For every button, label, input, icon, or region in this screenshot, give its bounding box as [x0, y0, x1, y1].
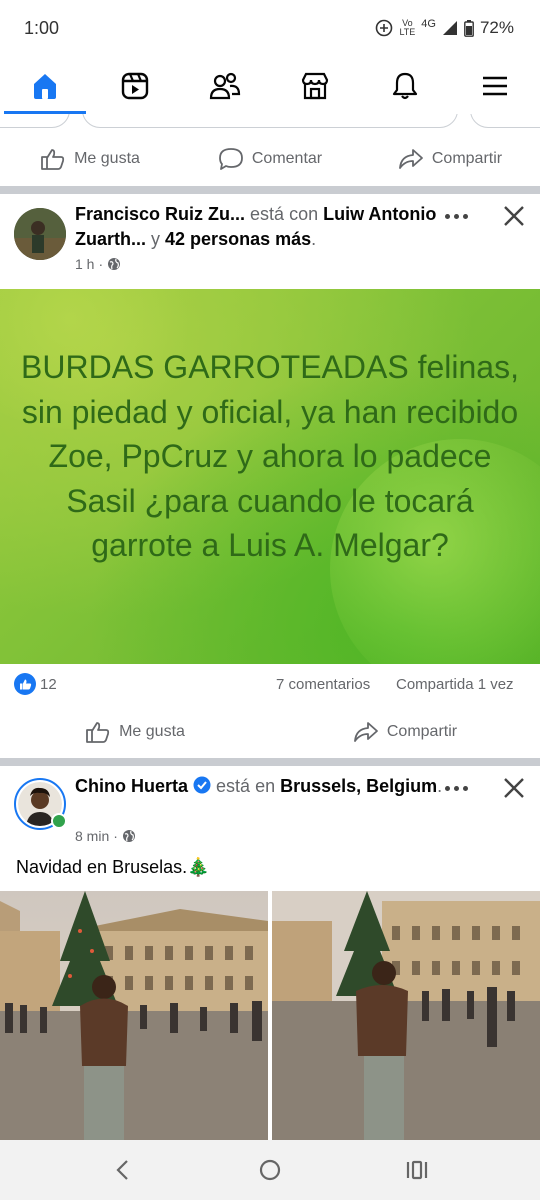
like-button[interactable]: Me gusta — [0, 147, 180, 171]
post-header: Francisco Ruiz Zu... está con Luiw Anton… — [0, 194, 540, 289]
post-header: Chino Huerta está en Brussels, Belgium. … — [0, 766, 540, 856]
bell-icon — [392, 72, 418, 100]
text-background-card[interactable]: BURDAS GARROTEADAS felinas, sin piedad y… — [0, 289, 540, 664]
photo-image — [272, 891, 540, 1140]
more-options-button[interactable] — [440, 204, 472, 228]
post-title: Francisco Ruiz Zu... está con Luiw Anton… — [75, 204, 437, 249]
battery-level: 72% — [479, 18, 514, 37]
globe-icon — [108, 258, 121, 270]
avatar-photo — [14, 208, 66, 260]
tab-marketplace[interactable] — [270, 58, 360, 114]
post-meta: 1 h · — [75, 256, 121, 272]
status-icons: Vo LTE 4G 72% — [375, 18, 514, 38]
photo[interactable] — [272, 891, 540, 1140]
previous-post-preview — [0, 114, 540, 132]
home-circle-icon[interactable] — [258, 1158, 282, 1182]
comment-label: Comentar — [251, 150, 323, 167]
status-bar: 1:00 Vo LTE 4G 72% — [0, 0, 540, 58]
post-meta: 8 min · — [75, 828, 136, 844]
preview-card[interactable] — [82, 114, 458, 128]
share-icon — [353, 722, 378, 742]
reaction-count[interactable]: 12 — [40, 676, 57, 693]
signal-icon — [442, 21, 457, 35]
share-icon — [398, 149, 423, 169]
feed-divider — [0, 758, 540, 766]
tab-notifications[interactable] — [360, 58, 450, 114]
online-status-dot — [51, 813, 67, 829]
close-icon[interactable] — [502, 776, 526, 800]
verified-badge-icon — [193, 776, 211, 794]
photo[interactable] — [0, 891, 268, 1140]
thumbs-up-icon — [41, 149, 65, 170]
share-button[interactable]: Compartir — [270, 720, 540, 744]
reactions-bar: 12 7 comentarios Compartida 1 vez — [0, 673, 540, 697]
post-time[interactable]: 1 h — [75, 256, 94, 272]
post-text: Navidad en Bruselas.🎄 — [16, 857, 210, 877]
globe-icon — [122, 830, 135, 842]
photo-image — [0, 891, 268, 1140]
tagged-others[interactable]: 42 personas más — [165, 229, 311, 249]
comments-count[interactable]: 7 comentarios — [276, 676, 370, 693]
previous-post-actions: Me gusta Comentar Compartir — [0, 138, 540, 180]
like-reaction-icon[interactable] — [14, 673, 36, 695]
preview-card[interactable] — [470, 114, 540, 128]
reels-icon — [121, 72, 149, 100]
status-time: 1:00 — [24, 18, 60, 38]
comment-button[interactable]: Comentar — [180, 147, 360, 171]
data-saver-icon — [376, 19, 393, 37]
like-button[interactable]: Me gusta — [0, 720, 270, 744]
like-label: Me gusta — [74, 150, 140, 167]
author-name[interactable]: Chino Huerta — [75, 776, 188, 796]
post-title: Chino Huerta está en Brussels, Belgium. — [75, 776, 443, 796]
tab-home[interactable] — [0, 58, 90, 114]
top-nav — [0, 58, 540, 114]
thumbs-up-icon — [86, 722, 110, 743]
shares-count[interactable]: Compartida 1 vez — [396, 676, 514, 693]
battery-icon — [464, 19, 474, 37]
recent-apps-icon[interactable] — [405, 1158, 429, 1182]
author-name[interactable]: Francisco Ruiz Zu... — [75, 204, 245, 224]
post-time[interactable]: 8 min — [75, 828, 109, 844]
network-type: 4G — [421, 18, 436, 30]
preview-card[interactable] — [0, 114, 70, 128]
avatar[interactable] — [14, 778, 67, 830]
share-label: Compartir — [431, 150, 503, 167]
share-button[interactable]: Compartir — [360, 147, 540, 171]
tab-menu[interactable] — [450, 58, 540, 114]
tab-reels[interactable] — [90, 58, 180, 114]
tab-friends[interactable] — [180, 58, 270, 114]
back-icon[interactable] — [112, 1158, 134, 1182]
marketplace-icon — [301, 72, 329, 100]
close-icon[interactable] — [502, 204, 526, 228]
home-icon — [34, 74, 56, 99]
hamburger-menu-icon — [483, 76, 507, 96]
photo-grid — [0, 891, 540, 1140]
volte-icon: Vo LTE — [399, 18, 416, 37]
card-text: BURDAS GARROTEADAS felinas, sin piedad y… — [21, 349, 519, 563]
system-navigation-bar — [0, 1140, 540, 1200]
avatar[interactable] — [14, 208, 66, 260]
comment-icon — [218, 148, 243, 170]
friends-icon — [209, 72, 241, 100]
share-label: Compartir — [386, 723, 458, 740]
location-name[interactable]: Brussels, Belgium — [280, 776, 437, 796]
feed-divider — [0, 186, 540, 194]
like-label: Me gusta — [119, 723, 185, 740]
post-actions: Me gusta Compartir — [0, 710, 540, 754]
more-options-button[interactable] — [440, 776, 472, 800]
